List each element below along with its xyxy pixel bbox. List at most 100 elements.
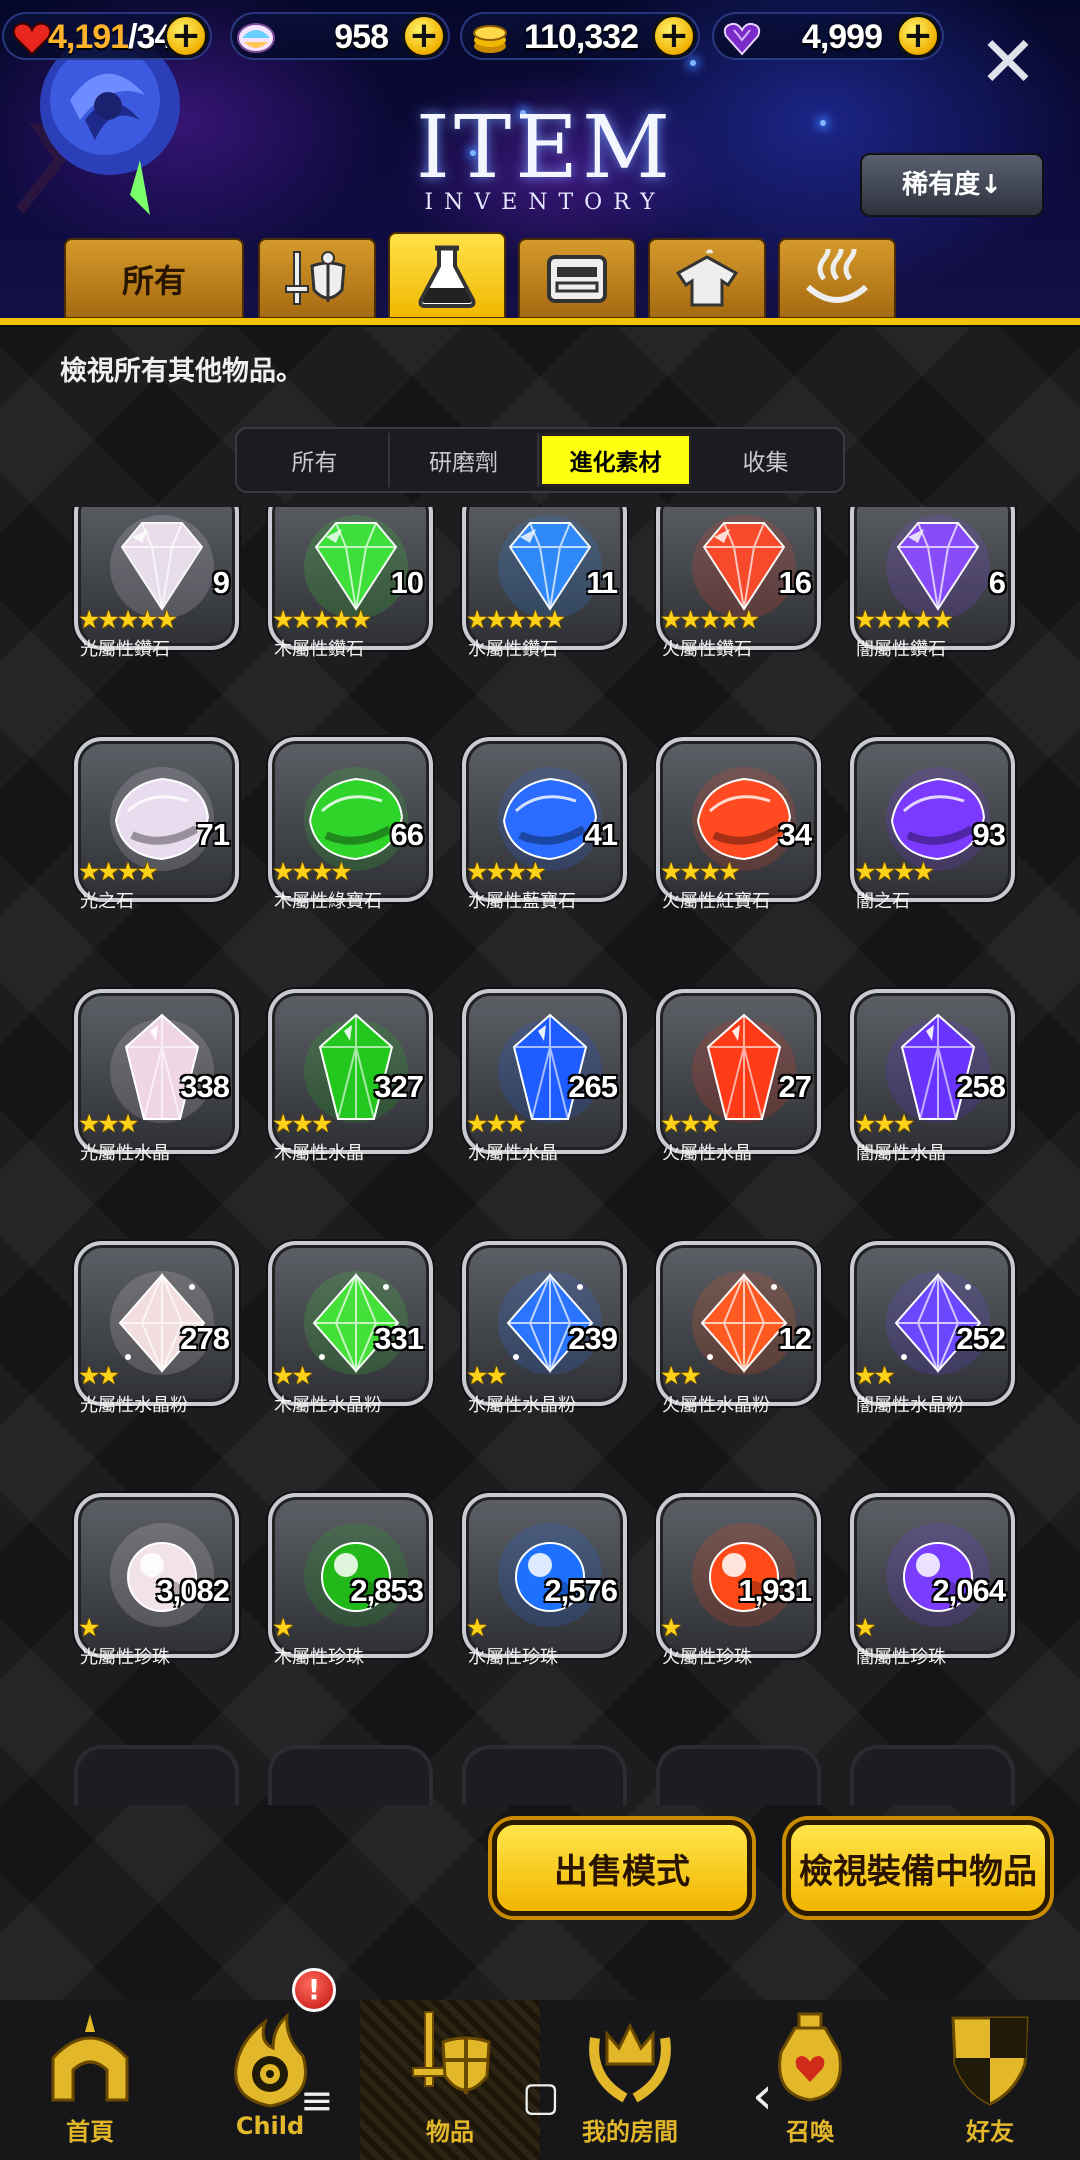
- rarity-stars: ★: [466, 1613, 488, 1642]
- inventory-item[interactable]: 239 ★★ 水屬性水晶粉: [462, 1241, 632, 1441]
- item-name: 木屬性水晶粉: [274, 1395, 382, 1416]
- system-back-button[interactable]: ‹: [752, 2066, 773, 2126]
- inventory-item[interactable]: 3,082 ★ 光屬性珍珠: [74, 1493, 244, 1693]
- rarity-stars: ★★: [78, 1361, 120, 1390]
- inventory-item[interactable]: 331 ★★ 木屬性水晶粉: [268, 1241, 438, 1441]
- inventory-item[interactable]: 2,853 ★ 木屬性珍珠: [268, 1493, 438, 1693]
- item-count: 16: [778, 565, 812, 600]
- sort-rarity-button[interactable]: 稀有度↓: [860, 153, 1044, 217]
- item-count: 12: [778, 1321, 812, 1356]
- rarity-stars: ★★★★: [660, 857, 741, 886]
- item-count: 331: [374, 1321, 424, 1356]
- nav-friends[interactable]: 好友: [900, 2000, 1080, 2160]
- item-name: 火屬性水晶: [662, 1143, 752, 1164]
- inventory-item[interactable]: 278 ★★ 光屬性水晶粉: [74, 1241, 244, 1441]
- inventory-item[interactable]: 93 ★★★★ 闇之石: [850, 737, 1020, 937]
- item-name: 火屬性紅寶石: [662, 891, 770, 912]
- rainbow-crystal-icon: [237, 23, 275, 53]
- add-gold-button[interactable]: +: [652, 14, 696, 58]
- inventory-item[interactable]: 2,064 ★ 闇屬性珍珠: [850, 1493, 1020, 1693]
- inventory-item[interactable]: 10 ★★★★★ 木屬性鑽石: [268, 507, 438, 685]
- tab-cards[interactable]: [518, 238, 636, 319]
- crystal-value: 958: [334, 18, 389, 56]
- page-subtitle: INVENTORY: [424, 190, 666, 215]
- item-slot-partial: [74, 1745, 239, 1805]
- item-count: 327: [374, 1069, 424, 1104]
- item-name: 闇屬性水晶粉: [856, 1395, 964, 1416]
- tab-hot-spring[interactable]: [778, 238, 896, 319]
- item-count: 10: [390, 565, 424, 600]
- inventory-item[interactable]: 41 ★★★★ 水屬性藍寶石: [462, 737, 632, 937]
- item-count: 6: [988, 565, 1006, 600]
- inventory-item[interactable]: 27 ★★★ 火屬性水晶: [656, 989, 826, 1189]
- item-name: 闇之石: [856, 891, 910, 912]
- item-count: 258: [956, 1069, 1006, 1104]
- inventory-item[interactable]: 252 ★★ 闇屬性水晶粉: [850, 1241, 1020, 1441]
- add-crystal-button[interactable]: +: [402, 14, 446, 58]
- item-grid[interactable]: 9 ★★★★★ 光屬性鑽石 10 ★★★★★ 木屬性鑽石 11 ★★★★★ 水屬性鑽石 16 ★★★…: [0, 507, 1080, 1997]
- item-name: 木屬性水晶: [274, 1143, 364, 1164]
- nav-my-room[interactable]: 我的房間: [540, 2000, 720, 2160]
- inventory-item[interactable]: 11 ★★★★★ 水屬性鑽石: [462, 507, 632, 685]
- nav-my-room-label: 我的房間: [582, 2118, 678, 2146]
- friends-shield-icon: [951, 2016, 1029, 2106]
- tab-equipment[interactable]: [258, 238, 376, 319]
- inventory-item[interactable]: 265 ★★★ 水屬性水晶: [462, 989, 632, 1189]
- crystal-counter: 958 +: [230, 12, 450, 60]
- close-button[interactable]: ✕: [978, 27, 1038, 97]
- inventory-item[interactable]: 9 ★★★★★ 光屬性鑽石: [74, 507, 244, 685]
- home-icon: [51, 2014, 129, 2102]
- item-count: 2,576: [544, 1573, 618, 1608]
- crown-wreath-icon: [589, 2022, 671, 2103]
- tab-costumes[interactable]: [648, 238, 766, 319]
- rarity-stars: ★★★★★: [854, 605, 954, 634]
- rarity-stars: ★★★: [78, 1109, 139, 1138]
- rarity-stars: ★★★★: [466, 857, 547, 886]
- item-name: 光之石: [80, 891, 134, 912]
- inventory-item[interactable]: 12 ★★ 火屬性水晶粉: [656, 1241, 826, 1441]
- inventory-item[interactable]: 16 ★★★★★ 火屬性鑽石: [656, 507, 826, 685]
- rarity-stars: ★★: [854, 1361, 896, 1390]
- nav-items[interactable]: 物品: [360, 2000, 540, 2160]
- inventory-item[interactable]: 2,576 ★ 水屬性珍珠: [462, 1493, 632, 1693]
- system-home-button[interactable]: ▢: [522, 2074, 560, 2120]
- subtab-all[interactable]: 所有: [241, 433, 390, 487]
- rarity-stars: ★★★★★: [272, 605, 372, 634]
- item-name: 火屬性水晶粉: [662, 1395, 770, 1416]
- nav-items-label: 物品: [426, 2118, 474, 2146]
- nav-home-label: 首頁: [66, 2118, 114, 2146]
- costume-icon: [675, 249, 739, 306]
- inventory-item[interactable]: 6 ★★★★★ 闇屬性鑽石: [850, 507, 1020, 685]
- item-name: 水屬性鑽石: [468, 639, 558, 660]
- rarity-stars: ★: [78, 1613, 100, 1642]
- rarity-stars: ★★★★: [854, 857, 935, 886]
- inventory-item[interactable]: 1,931 ★ 火屬性珍珠: [656, 1493, 826, 1693]
- tab-all[interactable]: 所有: [64, 238, 244, 319]
- view-equipped-button[interactable]: 檢視裝備中物品: [786, 1820, 1050, 1916]
- item-frame: 3,082: [74, 1493, 239, 1658]
- subtab-evolution-materials[interactable]: 進化素材: [539, 433, 692, 487]
- item-count: 265: [568, 1069, 618, 1104]
- nav-summon[interactable]: 召喚: [720, 2000, 900, 2160]
- sell-mode-button[interactable]: 出售模式: [492, 1820, 752, 1916]
- inventory-item[interactable]: 327 ★★★ 木屬性水晶: [268, 989, 438, 1189]
- item-count: 2,064: [932, 1573, 1006, 1608]
- subtab-collection[interactable]: 收集: [692, 433, 839, 487]
- item-count: 9: [212, 565, 230, 600]
- add-stamina-button[interactable]: +: [164, 14, 208, 58]
- inventory-item[interactable]: 34 ★★★★ 火屬性紅寶石: [656, 737, 826, 937]
- item-count: 71: [196, 817, 230, 852]
- inventory-panel: 檢視所有其他物品。 所有 研磨劑 進化素材 收集 9 ★★★★★ 光屬性鑽石 10 ★★…: [0, 327, 1080, 2000]
- add-heart-gem-button[interactable]: +: [896, 14, 940, 58]
- subtab-abrasives[interactable]: 研磨劑: [390, 433, 539, 487]
- inventory-item[interactable]: 338 ★★★ 光屬性水晶: [74, 989, 244, 1189]
- inventory-item[interactable]: 258 ★★★ 闇屬性水晶: [850, 989, 1020, 1189]
- tab-materials[interactable]: [388, 232, 506, 319]
- inventory-item[interactable]: 66 ★★★★ 木屬性綠寶石: [268, 737, 438, 937]
- rarity-stars: ★★★★★: [78, 605, 178, 634]
- system-menu-button[interactable]: ≡: [300, 2078, 334, 2124]
- nav-home[interactable]: 首頁: [0, 2000, 180, 2160]
- item-name: 光屬性水晶粉: [80, 1395, 188, 1416]
- item-slot-partial: [656, 1745, 821, 1805]
- inventory-item[interactable]: 71 ★★★★ 光之石: [74, 737, 244, 937]
